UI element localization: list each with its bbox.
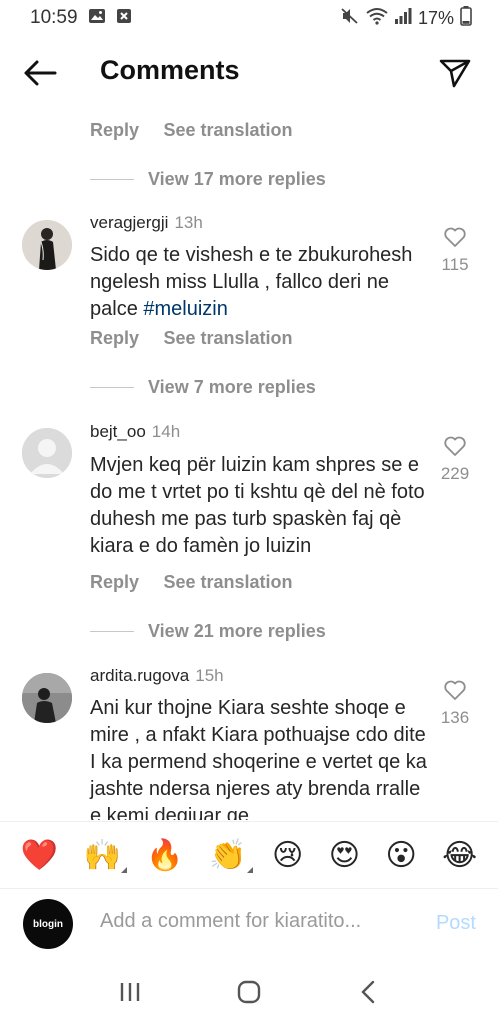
comments-list[interactable]: Reply See translation View 17 more repli… [0,102,498,820]
comment-username[interactable]: bejt_oo [90,422,146,441]
like-count: 229 [440,464,470,483]
divider-line [90,179,134,180]
back-arrow-icon [24,60,57,86]
comment-body: Mvjen keq për luizin kam shpres se e do … [90,454,425,557]
chevron-left-icon [361,980,375,1004]
divider-line [90,387,134,388]
reply-button[interactable]: Reply [90,328,139,348]
avatar[interactable] [22,428,72,478]
home-icon [237,980,261,1004]
current-user-avatar[interactable]: blogin [23,899,73,949]
default-avatar-icon [22,428,72,478]
page-title: Comments [100,55,240,85]
comment-text: Mvjen keq për luizin kam shpres se e do … [90,452,430,560]
comment-actions: Reply See translation [90,120,293,141]
like-column: 115 [430,226,480,275]
emoji-raising-hands[interactable]: 🙌 [84,838,128,873]
avatar[interactable] [22,220,72,270]
heart-outline-icon [444,436,466,456]
send-icon [439,59,471,88]
avatar-logo-text: blogin [33,918,63,930]
comment-body: Sido qe te vishesh e te zbukurohesh ngel… [90,244,413,320]
system-nav-bar [0,960,498,1024]
post-button[interactable]: Post [436,912,476,935]
view-more-replies[interactable]: View 17 more replies [90,169,326,190]
like-count: 115 [441,255,469,274]
back-button[interactable] [20,56,60,90]
comment-text: Ani kur thojne Kiara seshte shoqe e mire… [90,695,430,820]
comment-actions: Reply See translation [90,328,293,349]
comment-composer: blogin Post [0,890,498,960]
hashtag-link[interactable]: #meluizin [143,298,227,320]
comment-header: bejt_oo 14h [90,422,180,442]
view-more-replies-label: View 17 more replies [148,169,326,189]
comment-item [22,220,72,270]
emoji-fire[interactable]: 🔥 [146,838,183,873]
battery-percent: 17% [417,7,454,28]
recent-apps-button[interactable] [110,972,150,1012]
comment-item [22,428,72,478]
status-bar: 10:59 17% [0,0,498,36]
comment-header: ardita.rugova 15h [90,666,224,686]
heart-outline-icon [444,227,466,247]
recent-apps-icon [120,983,139,1001]
avatar[interactable] [22,673,72,723]
back-nav-button[interactable] [348,972,388,1012]
reply-button[interactable]: Reply [90,120,139,140]
view-more-replies[interactable]: View 21 more replies [90,621,326,642]
divider-line [90,631,134,632]
comment-header: veragjergji 13h [90,213,203,233]
header: Comments [0,44,498,102]
battery-icon [460,5,472,31]
see-translation-button[interactable]: See translation [163,120,292,140]
view-more-replies-label: View 7 more replies [148,377,316,397]
comment-username[interactable]: ardita.rugova [90,666,189,685]
comment-text: Sido qe te vishesh e te zbukurohesh ngel… [90,242,430,323]
emoji-heart-eyes[interactable]: 😍 [329,838,360,873]
view-more-replies-label: View 21 more replies [148,621,326,641]
emoji-face-open-mouth[interactable]: 😮 [385,838,416,873]
like-button[interactable] [443,226,467,253]
emoji-crying-face[interactable]: 😢 [272,838,303,873]
see-translation-button[interactable]: See translation [163,328,292,348]
comment-actions: Reply See translation [90,572,293,593]
home-button[interactable] [229,972,269,1012]
comment-time: 14h [151,422,181,441]
share-button[interactable] [436,54,474,92]
emoji-red-heart[interactable]: ❤️ [21,838,58,873]
like-column: 229 [430,435,480,484]
signal-icon [394,7,412,29]
like-button[interactable] [443,435,467,462]
like-column: 136 [430,679,480,728]
emoji-quick-bar: ❤️ 🙌 🔥 👏 😢 😍 😮 😂 [0,821,498,889]
gallery-notification-icon [88,8,106,29]
user-photo-icon [22,673,72,723]
like-button[interactable] [443,679,467,706]
comment-time: 15h [195,666,224,685]
blocked-notification-icon [116,8,132,29]
comment-body: Ani kur thojne Kiara seshte shoqe e mire… [90,697,427,820]
comment-time: 13h [174,213,203,232]
mute-icon [340,7,360,30]
emoji-clapping-hands[interactable]: 👏 [209,838,253,873]
emoji-tears-of-joy[interactable]: 😂 [442,838,477,873]
status-left: 10:59 [30,7,132,29]
user-photo-icon [22,220,72,270]
wifi-icon [366,7,388,30]
comment-item [22,673,72,723]
view-more-replies[interactable]: View 7 more replies [90,377,316,398]
comment-username[interactable]: veragjergji [90,213,168,232]
status-time: 10:59 [30,7,78,28]
like-count: 136 [440,708,470,727]
heart-outline-icon [444,680,466,700]
status-right: 17% [340,5,472,31]
reply-button[interactable]: Reply [90,572,139,592]
comment-input[interactable] [100,910,390,933]
see-translation-button[interactable]: See translation [163,572,292,592]
